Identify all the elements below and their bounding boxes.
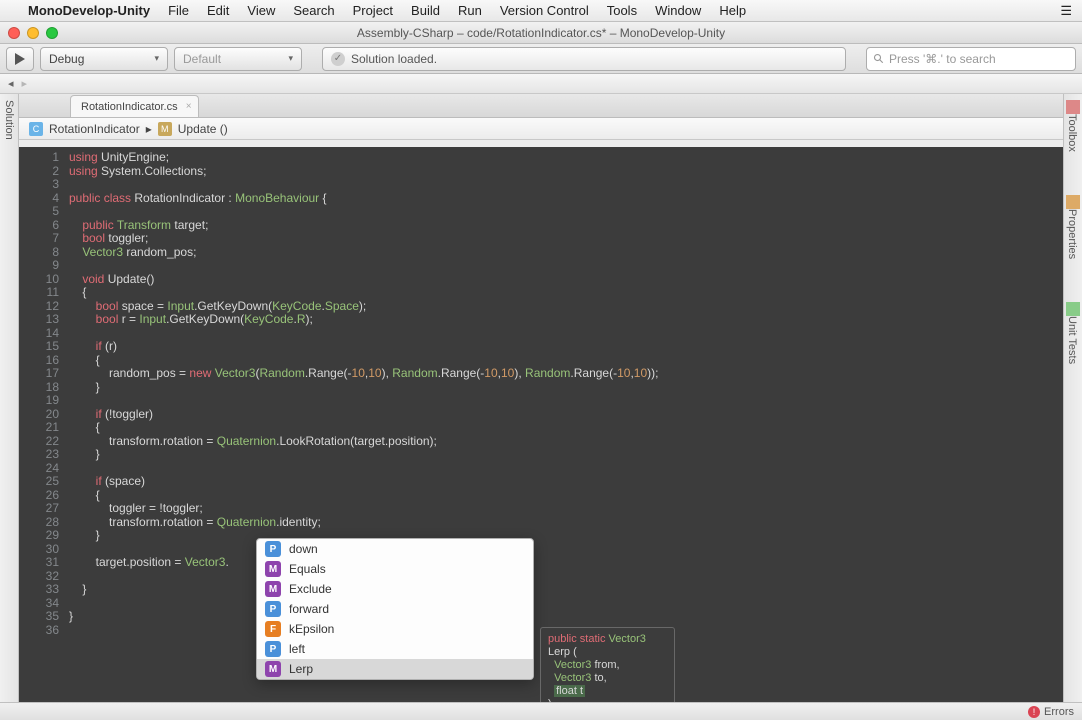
window-titlebar: Assembly-CSharp – code/RotationIndicator… — [0, 22, 1082, 44]
target-label: Default — [183, 52, 221, 66]
autocomplete-item[interactable]: Pforward — [257, 599, 533, 619]
menu-edit[interactable]: Edit — [207, 3, 229, 18]
target-combo[interactable]: Default ▾ — [174, 47, 302, 71]
menu-tools[interactable]: Tools — [607, 3, 637, 18]
autocomplete-item[interactable]: MEquals — [257, 559, 533, 579]
close-tab-icon[interactable]: × — [186, 101, 192, 112]
code-area[interactable]: using UnityEngine;using System.Collectio… — [65, 147, 1063, 702]
menu-view[interactable]: View — [247, 3, 275, 18]
breadcrumb-separator: ▸ — [146, 122, 152, 136]
nav-forward-icon[interactable]: ▸ — [22, 77, 28, 90]
app-name[interactable]: MonoDevelop-Unity — [28, 3, 150, 18]
search-input[interactable]: Press '⌘.' to search — [866, 47, 1076, 71]
menu-help[interactable]: Help — [719, 3, 746, 18]
window-title: Assembly-CSharp – code/RotationIndicator… — [0, 26, 1082, 40]
breadcrumb-method[interactable]: Update () — [178, 122, 228, 136]
notification-icon[interactable]: ☰ — [1060, 3, 1072, 19]
breadcrumb-class[interactable]: RotationIndicator — [49, 122, 140, 136]
main-toolbar: Debug ▾ Default ▾ ✓ Solution loaded. Pre… — [0, 44, 1082, 74]
mac-menubar: MonoDevelop-Unity File Edit View Search … — [0, 0, 1082, 22]
configuration-combo[interactable]: Debug ▾ — [40, 47, 168, 71]
line-gutter: 1234567891011121314151617181920212223242… — [19, 147, 65, 702]
code-editor[interactable]: 1234567891011121314151617181920212223242… — [19, 147, 1063, 702]
left-panel: Solution — [0, 94, 19, 702]
tab-label: RotationIndicator.cs — [81, 101, 178, 113]
right-panel: Toolbox Properties Unit Tests — [1063, 94, 1082, 702]
unit-tests-tab[interactable]: Unit Tests — [1066, 302, 1080, 367]
autocomplete-popup[interactable]: PdownMEqualsMExcludePforwardFkEpsilonPle… — [256, 538, 534, 680]
menu-build[interactable]: Build — [411, 3, 440, 18]
menu-run[interactable]: Run — [458, 3, 482, 18]
autocomplete-item[interactable]: FkEpsilon — [257, 619, 533, 639]
build-status: ✓ Solution loaded. — [322, 47, 846, 71]
menu-window[interactable]: Window — [655, 3, 701, 18]
class-icon: C — [29, 122, 43, 136]
properties-tab[interactable]: Properties — [1066, 195, 1080, 262]
chevron-down-icon: ▾ — [154, 53, 159, 64]
configuration-label: Debug — [49, 52, 84, 66]
editor-tab[interactable]: RotationIndicator.cs × — [70, 95, 199, 117]
chevron-down-icon: ▾ — [288, 53, 293, 64]
errors-label[interactable]: Errors — [1044, 706, 1074, 718]
menu-search[interactable]: Search — [293, 3, 334, 18]
autocomplete-item[interactable]: Pleft — [257, 639, 533, 659]
error-icon[interactable]: ! — [1028, 706, 1040, 718]
method-icon: M — [158, 122, 172, 136]
status-text: Solution loaded. — [351, 52, 437, 66]
run-button[interactable] — [6, 47, 34, 71]
search-icon — [873, 53, 885, 65]
autocomplete-item[interactable]: MExclude — [257, 579, 533, 599]
autocomplete-item[interactable]: Pdown — [257, 539, 533, 559]
autocomplete-item[interactable]: MLerp — [257, 659, 533, 679]
menu-version-control[interactable]: Version Control — [500, 3, 589, 18]
search-placeholder: Press '⌘.' to search — [889, 52, 996, 66]
tab-strip: RotationIndicator.cs × — [0, 94, 1082, 118]
menu-project[interactable]: Project — [353, 3, 393, 18]
nav-row: ◂ ▸ — [0, 74, 1082, 94]
menu-file[interactable]: File — [168, 3, 189, 18]
status-footer: ! Errors — [0, 702, 1082, 720]
nav-back-icon[interactable]: ◂ — [8, 77, 14, 90]
check-icon: ✓ — [331, 52, 345, 66]
breadcrumb: C RotationIndicator ▸ M Update () — [19, 118, 1063, 140]
toolbox-tab[interactable]: Toolbox — [1066, 100, 1080, 155]
solution-tab[interactable]: Solution — [3, 100, 15, 140]
